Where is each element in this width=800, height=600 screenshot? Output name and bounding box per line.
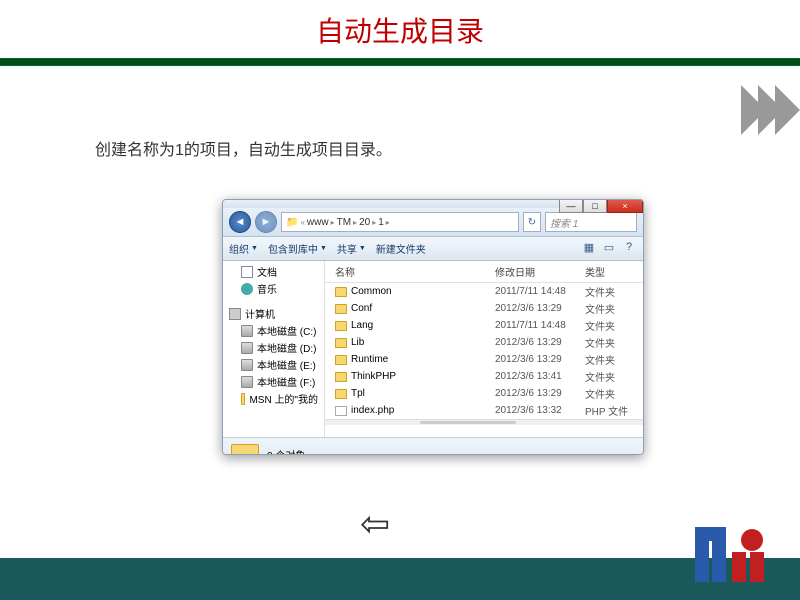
file-name: Tpl [351,388,365,399]
sidebar-docs[interactable]: 文档 [223,263,324,280]
file-name: Common [351,286,392,297]
help-icon[interactable]: ? [621,241,637,257]
file-row[interactable]: index.php 2012/3/6 13:32PHP 文件 [325,402,643,419]
logo [690,512,780,592]
folder-icon [231,444,259,456]
php-icon [335,406,347,416]
file-date: 2011/7/11 14:48 [495,320,585,331]
toolbar: 组织▼ 包含到库中▼ 共享▼ 新建文件夹 ▦ ▭ ? [223,237,643,261]
file-row[interactable]: Lib 2012/3/6 13:29文件夹 [325,334,643,351]
folder-icon [335,304,347,314]
file-type: 文件夹 [585,301,643,316]
folder-icon [335,389,347,399]
file-date: 2011/7/11 14:48 [495,286,585,297]
folder-icon: 📁 [286,217,298,228]
file-date: 2012/3/6 13:29 [495,388,585,399]
file-list: 名称 修改日期 类型 Common2011/7/11 14:48文件夹Conf2… [325,261,643,437]
file-name: Runtime [351,354,388,365]
footer-bar [0,558,800,600]
file-type: 文件夹 [585,335,643,350]
sidebar-computer[interactable]: 计算机 [223,305,324,322]
breadcrumb-path[interactable]: 📁 « www▸ TM▸ 20▸ 1▸ [281,212,519,232]
file-type: 文件夹 [585,352,643,367]
search-input[interactable]: 搜索 1 [545,212,637,232]
sidebar-msn[interactable]: MSN 上的"我的 [223,390,324,407]
divider-bar [0,58,800,66]
share-menu[interactable]: 共享▼ [337,241,366,256]
minimize-button[interactable]: — [559,199,583,213]
file-name: index.php [351,405,394,416]
scrollbar-horizontal[interactable] [325,419,643,425]
status-text: 8 个对象 [267,447,305,455]
folder-icon [335,287,347,297]
col-name[interactable]: 名称 [325,264,495,279]
file-row[interactable]: ThinkPHP 2012/3/6 13:41文件夹 [325,368,643,385]
window-titlebar[interactable]: — □ × [223,200,643,208]
file-type: 文件夹 [585,386,643,401]
file-date: 2012/3/6 13:32 [495,405,585,416]
column-headers[interactable]: 名称 修改日期 类型 [325,261,643,283]
file-date: 2012/3/6 13:29 [495,354,585,365]
folder-icon [335,338,347,348]
close-button[interactable]: × [607,199,643,213]
col-type[interactable]: 类型 [585,264,643,279]
include-menu[interactable]: 包含到库中▼ [268,241,327,256]
folder-icon [335,321,347,331]
file-row[interactable]: Lang 2011/7/11 14:48文件夹 [325,317,643,334]
file-date: 2012/3/6 13:29 [495,303,585,314]
decorative-arrows [749,85,800,135]
preview-icon[interactable]: ▭ [601,241,617,257]
file-name: Lang [351,320,373,331]
crumb-tm[interactable]: TM [337,217,351,228]
sidebar-disk-c[interactable]: 本地磁盘 (C:) [223,322,324,339]
refresh-button[interactable]: ↻ [523,212,541,232]
file-row[interactable]: Runtime 2012/3/6 13:29文件夹 [325,351,643,368]
file-name: Conf [351,303,372,314]
sidebar-disk-f[interactable]: 本地磁盘 (F:) [223,373,324,390]
slide-title: 自动生成目录 [0,0,800,58]
file-type: PHP 文件 [585,403,643,418]
back-button[interactable]: ◄ [229,211,251,233]
file-type: 文件夹 [585,369,643,384]
file-row[interactable]: Common 2011/7/11 14:48文件夹 [325,283,643,300]
file-type: 文件夹 [585,318,643,333]
back-arrow-graphic: ⇦ [360,503,390,545]
folder-icon [335,355,347,365]
organize-menu[interactable]: 组织▼ [229,241,258,256]
sidebar-disk-e[interactable]: 本地磁盘 (E:) [223,356,324,373]
description-text: 创建名称为1的项目，自动生成项目目录。 [95,136,800,160]
folder-icon [335,372,347,382]
crumb-1[interactable]: 1 [378,217,384,228]
explorer-window: — □ × ◄ ► 📁 « www▸ TM▸ 20▸ 1▸ ↻ 搜索 1 组织▼… [222,199,644,455]
col-date[interactable]: 修改日期 [495,264,585,279]
status-bar: 8 个对象 [223,437,643,455]
file-name: ThinkPHP [351,371,396,382]
sidebar-disk-d[interactable]: 本地磁盘 (D:) [223,339,324,356]
new-folder-button[interactable]: 新建文件夹 [376,241,426,256]
file-row[interactable]: Conf 2012/3/6 13:29文件夹 [325,300,643,317]
crumb-www[interactable]: www [307,217,329,228]
forward-button[interactable]: ► [255,211,277,233]
maximize-button[interactable]: □ [583,199,607,213]
file-date: 2012/3/6 13:41 [495,371,585,382]
file-name: Lib [351,337,364,348]
file-type: 文件夹 [585,284,643,299]
sidebar-tree: 文档 音乐 计算机 本地磁盘 (C:) 本地磁盘 (D:) 本地磁盘 (E:) … [223,261,325,437]
crumb-20[interactable]: 20 [359,217,370,228]
file-date: 2012/3/6 13:29 [495,337,585,348]
file-row[interactable]: Tpl 2012/3/6 13:29文件夹 [325,385,643,402]
sidebar-music[interactable]: 音乐 [223,280,324,297]
view-icon[interactable]: ▦ [581,241,597,257]
